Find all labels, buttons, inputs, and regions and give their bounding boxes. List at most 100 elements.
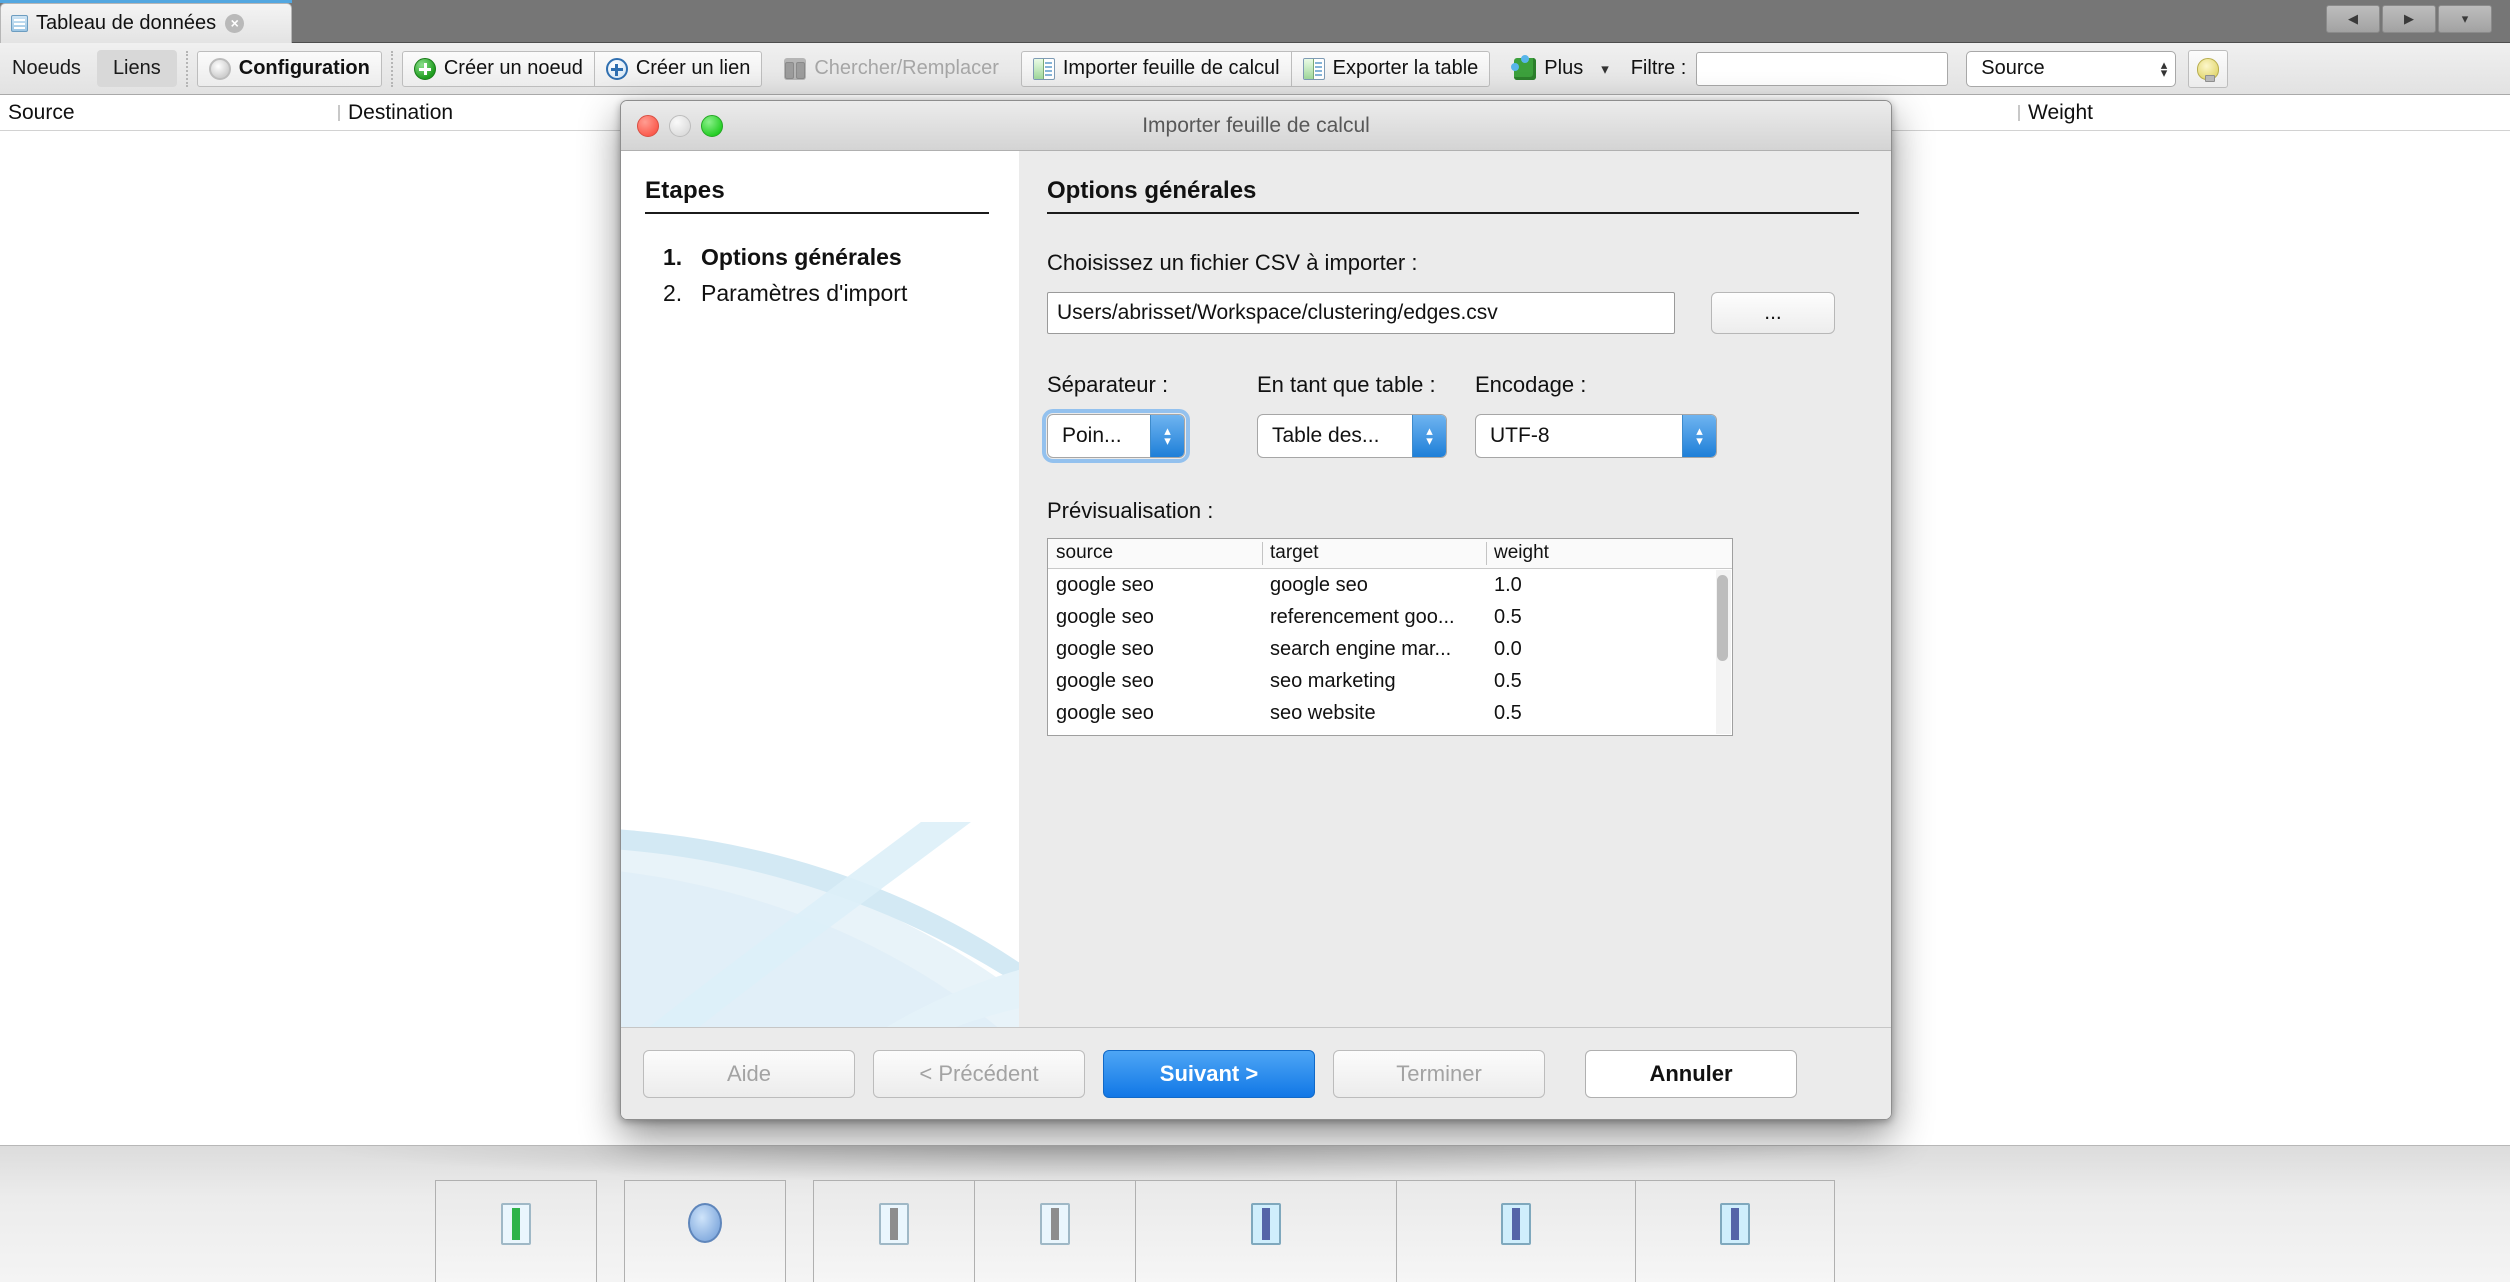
file-path-input[interactable] [1047, 292, 1675, 334]
preview-rows[interactable]: google seo google seo 1.0 google seo ref… [1048, 569, 1732, 735]
previous-button[interactable]: < Précédent [873, 1049, 1085, 1098]
import-spreadsheet-button[interactable]: Importer feuille de calcul [1020, 50, 1292, 87]
import-spreadsheet-label: Importer feuille de calcul [1062, 57, 1280, 79]
bar-chart-grey-icon [1040, 1203, 1070, 1245]
step-number: 2. [663, 280, 683, 306]
separator-select[interactable]: Poin... ▴ ▾ [1042, 409, 1190, 463]
file-chooser-group: Choisissez un fichier CSV à importer : .… [1047, 250, 1859, 334]
as-table-select[interactable]: Table des... ▴ ▾ [1257, 414, 1447, 458]
preview-column-source: source [1056, 542, 1114, 563]
sheet-buttons-group: Importer feuille de calcul Exporter la t… [1020, 50, 1491, 87]
dock-item[interactable] [974, 1180, 1136, 1282]
filter-label: Filtre : [1630, 57, 1687, 79]
preview-label: Prévisualisation : [1047, 498, 1214, 523]
dock-item[interactable] [1635, 1180, 1835, 1282]
chevron-right-icon[interactable]: ▶ [2382, 5, 2436, 33]
table-row: google seo search engine mar... 0.0 [1048, 633, 1732, 665]
preview-table: source target weight google seo google s… [1047, 538, 1733, 736]
table-row: google seo seo marketing 0.5 [1048, 665, 1732, 697]
chevron-down-icon[interactable]: ▾ [1601, 60, 1609, 78]
dock-shadow [330, 1146, 1830, 1182]
preview-header-row: source target weight [1048, 539, 1732, 569]
step-item-1: 1. Options générales [645, 244, 989, 271]
dock-item[interactable] [1135, 1180, 1397, 1282]
file-label: Choisissez un fichier CSV à importer : [1047, 250, 1418, 275]
window-tabstrip: Tableau de données × ◀ ▶ ▾ [0, 0, 2510, 43]
ellipse-blue-icon [688, 1203, 722, 1243]
create-edge-button[interactable]: Créer un lien [594, 50, 763, 87]
more-button[interactable]: Plus [1502, 51, 1595, 87]
cell-weight: 0.5 [1494, 605, 1522, 628]
window-nav-controls: ◀ ▶ ▾ [2326, 5, 2492, 33]
table-row: google seo referencement goo... 0.5 [1048, 601, 1732, 633]
column-select-value: Source [1981, 57, 2045, 79]
chevron-down-icon[interactable]: ▾ [2438, 5, 2492, 33]
preview-column-target: target [1262, 539, 1486, 568]
file-row: ... [1047, 292, 1859, 334]
document-tab-tableau-de-donnees[interactable]: Tableau de données × [0, 3, 292, 43]
cancel-button[interactable]: Annuler [1585, 1049, 1797, 1098]
tips-button[interactable] [2188, 49, 2229, 88]
column-select[interactable]: Source ▴ ▾ [1966, 50, 2177, 87]
next-button[interactable]: Suivant > [1103, 1049, 1315, 1098]
dialog-footer: Aide < Précédent Suivant > Terminer Annu… [621, 1027, 1891, 1119]
filter-input[interactable] [1696, 51, 1949, 86]
lightbulb-icon [2197, 57, 2220, 82]
main-toolbar: Noeuds Liens Configuration Créer un noeu… [0, 43, 2510, 95]
step-number: 1. [663, 244, 683, 270]
cell-source: google seo [1048, 734, 1262, 736]
table-row: google seo website seo 0.5 [1048, 729, 1732, 736]
plus-green-icon [413, 57, 436, 80]
cell-weight: 0.5 [1494, 669, 1522, 692]
stepper-icon: ▴ ▾ [1412, 415, 1446, 457]
finish-button[interactable]: Terminer [1333, 1049, 1545, 1098]
preview-scrollbar[interactable] [1716, 570, 1731, 734]
toolbar-divider [390, 50, 393, 87]
browse-button[interactable]: ... [1711, 292, 1835, 334]
cell-source: google seo [1056, 605, 1154, 628]
dock-item[interactable] [813, 1180, 975, 1282]
dock-item[interactable] [624, 1180, 786, 1282]
dialog-titlebar[interactable]: Importer feuille de calcul [621, 101, 1891, 151]
dialog-body: Etapes 1. Options générales 2. Paramètre… [621, 151, 1891, 1027]
cell-source: google seo [1056, 573, 1154, 596]
cell-source: google seo [1056, 637, 1154, 660]
dialog-title: Importer feuille de calcul [1142, 113, 1370, 137]
puzzle-icon [1511, 54, 1537, 80]
section-title-rule [1047, 212, 1859, 214]
dock-item[interactable] [435, 1180, 597, 1282]
steps-list: 1. Options générales 2. Paramètres d'imp… [645, 244, 989, 307]
find-replace-button[interactable]: Chercher/Remplacer [772, 51, 1011, 87]
dialog-options-panel: Options générales Choisissez un fichier … [1019, 151, 1891, 1027]
bar-chart-blue-icon [1501, 1203, 1531, 1245]
separator-group: Séparateur : Poin... ▴ ▾ [1042, 372, 1257, 463]
steps-heading: Etapes [645, 177, 725, 204]
encoding-group: Encodage : UTF-8 ▴ ▾ [1475, 372, 1735, 458]
configuration-label: Configuration [238, 57, 370, 79]
as-table-value: Table des... [1272, 424, 1380, 447]
cell-weight: 0.5 [1486, 734, 1732, 736]
chevron-left-icon[interactable]: ◀ [2326, 5, 2380, 33]
tab-noeuds[interactable]: Noeuds [0, 50, 97, 87]
cell-target: seo marketing [1270, 669, 1396, 692]
tab-liens[interactable]: Liens [96, 50, 177, 87]
bar-chart-green-icon [501, 1203, 531, 1245]
export-table-label: Exporter la table [1332, 57, 1479, 79]
dock-item[interactable] [1396, 1180, 1636, 1282]
help-button[interactable]: Aide [643, 1049, 855, 1098]
decorative-swoosh-graphic [621, 822, 1019, 1027]
create-node-button[interactable]: Créer un noeud [401, 50, 595, 87]
export-table-button[interactable]: Exporter la table [1291, 50, 1491, 87]
encoding-select[interactable]: UTF-8 ▴ ▾ [1475, 414, 1717, 458]
create-edge-label: Créer un lien [635, 57, 751, 79]
scrollbar-thumb[interactable] [1717, 575, 1728, 661]
configuration-button[interactable]: Configuration [196, 50, 382, 87]
spreadsheet-icon [11, 15, 28, 32]
bottom-dock [0, 1145, 2510, 1282]
cell-source: google seo [1056, 701, 1154, 724]
column-header-source[interactable]: Source [0, 101, 340, 125]
close-icon[interactable]: × [225, 14, 245, 33]
step-label: Options générales [701, 244, 902, 270]
binoculars-icon [784, 57, 807, 80]
column-header-weight[interactable]: Weight [2018, 101, 2510, 125]
